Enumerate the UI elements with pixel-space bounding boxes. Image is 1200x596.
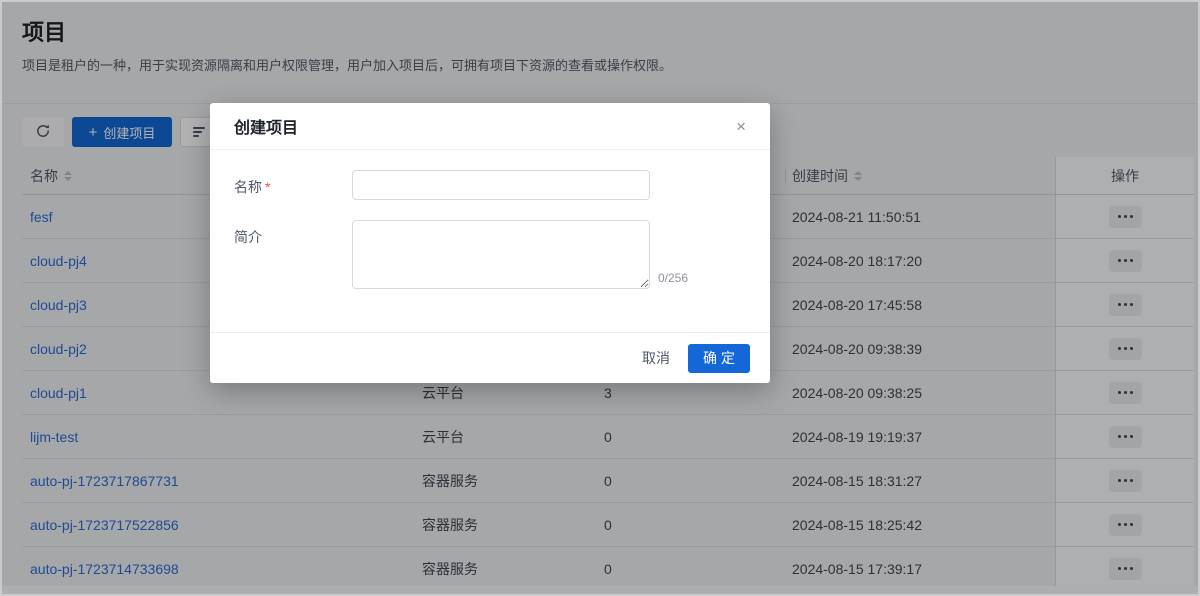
char-counter: 0/256 xyxy=(658,271,688,285)
close-icon[interactable]: × xyxy=(736,118,746,135)
modal-header: 创建项目 × xyxy=(210,103,770,150)
intro-textarea-wrap: 0/256 xyxy=(352,220,650,289)
required-asterisk: * xyxy=(265,179,270,195)
intro-field-row: 简介 0/256 xyxy=(234,220,746,289)
confirm-button[interactable]: 确定 xyxy=(688,344,750,373)
cancel-button[interactable]: 取消 xyxy=(642,348,670,368)
projects-page: 项目 项目是租户的一种，用于实现资源隔离和用户权限管理，用户加入项目后，可拥有项… xyxy=(0,0,1200,596)
name-label: 名称* xyxy=(234,170,352,200)
create-project-modal: 创建项目 × 名称* 简介 0/256 取消 确定 xyxy=(210,103,770,383)
name-field-row: 名称* xyxy=(234,170,746,200)
project-name-input[interactable] xyxy=(352,170,650,200)
modal-title: 创建项目 xyxy=(234,114,298,138)
modal-body: 名称* 简介 0/256 xyxy=(210,150,770,332)
intro-label: 简介 xyxy=(234,220,352,289)
project-intro-textarea[interactable] xyxy=(352,220,650,289)
modal-footer: 取消 确定 xyxy=(210,332,770,383)
